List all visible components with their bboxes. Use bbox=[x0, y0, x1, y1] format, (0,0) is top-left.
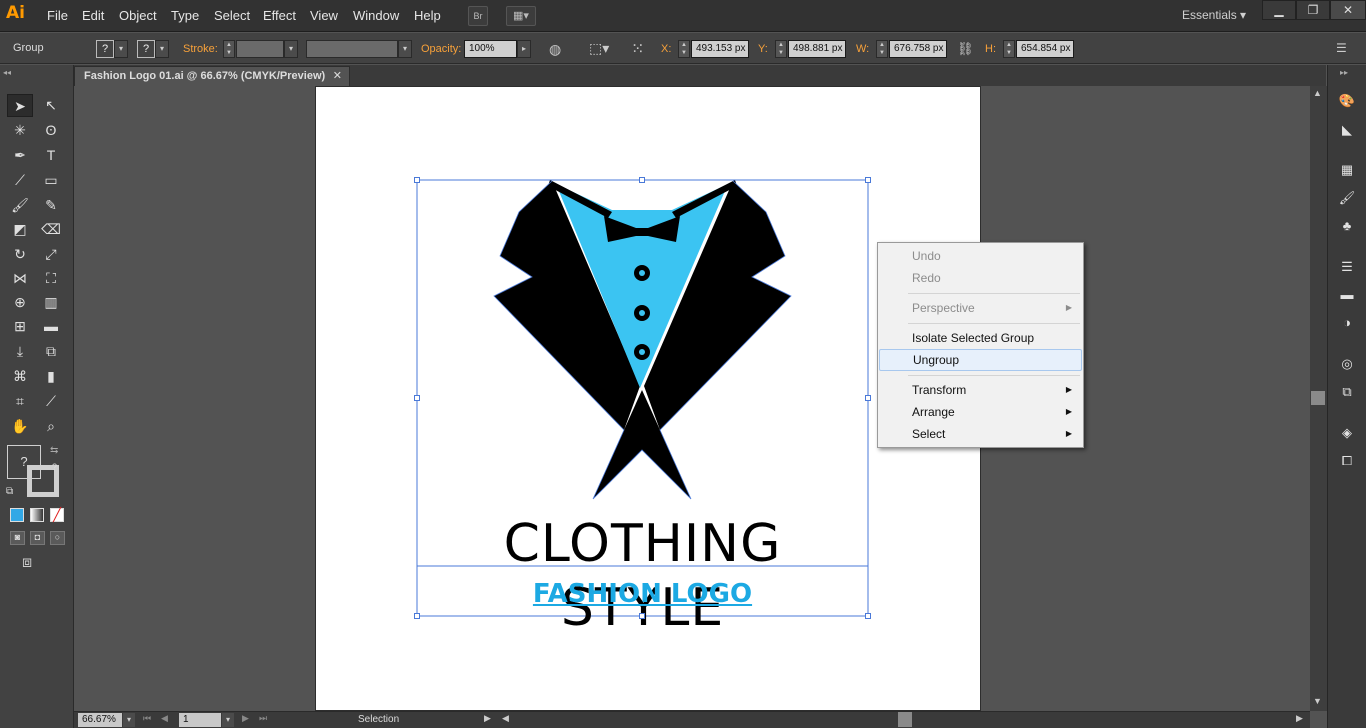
brushes-panel-icon[interactable]: 🖌 bbox=[1331, 187, 1363, 209]
scroll-up-icon[interactable]: ▲ bbox=[1313, 88, 1322, 98]
scroll-down-icon[interactable]: ▼ bbox=[1313, 696, 1322, 706]
graphic-styles-panel-icon[interactable]: ⧉ bbox=[1331, 381, 1363, 403]
context-item-undo[interactable]: Undo bbox=[879, 245, 1082, 267]
context-item-isolate-selected-group[interactable]: Isolate Selected Group bbox=[879, 327, 1082, 349]
color-guide-panel-icon[interactable]: ◣ bbox=[1331, 119, 1363, 141]
scroll-right-icon[interactable]: ▶ bbox=[1296, 713, 1303, 724]
context-item-perspective-label: Perspective bbox=[912, 301, 975, 315]
swatches-panel-icon[interactable]: ▦ bbox=[1331, 159, 1363, 181]
context-item-transform[interactable]: Transform ▶ bbox=[879, 379, 1082, 401]
context-item-transform-label: Transform bbox=[912, 383, 967, 397]
tuxedo-graphic[interactable] bbox=[494, 180, 791, 499]
menu-separator bbox=[908, 293, 1080, 294]
context-item-redo-label: Redo bbox=[912, 271, 941, 285]
next-artboard-icon[interactable]: ▶ bbox=[242, 713, 249, 724]
logo-subtitle[interactable]: FASHION LOGO bbox=[417, 577, 868, 611]
context-item-arrange-label: Arrange bbox=[912, 405, 955, 419]
context-item-ungroup-label: Ungroup bbox=[913, 353, 960, 367]
artboards-panel-icon[interactable]: ⧠ bbox=[1331, 450, 1363, 472]
current-tool-label: Selection bbox=[358, 714, 400, 725]
color-panel-icon[interactable]: 🎨 bbox=[1331, 90, 1363, 112]
selection-handle-bottom-left[interactable] bbox=[414, 613, 420, 619]
gradient-panel-icon[interactable]: ▬ bbox=[1331, 284, 1363, 306]
artboard-number-field[interactable]: 1 bbox=[179, 713, 221, 727]
stroke-panel-icon[interactable]: ☰ bbox=[1331, 256, 1363, 278]
horizontal-scroll-thumb[interactable] bbox=[898, 712, 912, 727]
context-item-ungroup[interactable]: Ungroup bbox=[879, 349, 1082, 371]
context-menu: Undo Redo Perspective ▶ Isolate Selected … bbox=[877, 242, 1084, 448]
context-item-undo-label: Undo bbox=[912, 249, 941, 263]
symbols-panel-icon[interactable]: ♣ bbox=[1331, 215, 1363, 237]
selection-handle-right[interactable] bbox=[865, 395, 871, 401]
selection-handle-top-left[interactable] bbox=[414, 177, 420, 183]
context-item-select-label: Select bbox=[912, 427, 946, 441]
last-artboard-icon[interactable]: ⏭ bbox=[259, 713, 267, 724]
selection-handle-bottom-right[interactable] bbox=[865, 613, 871, 619]
expand-panels-icon[interactable]: ▸▸ bbox=[1340, 68, 1348, 77]
layers-panel-icon[interactable]: ◈ bbox=[1331, 422, 1363, 444]
menu-separator bbox=[908, 323, 1080, 324]
selection-handle-left[interactable] bbox=[414, 395, 420, 401]
artboard-dropdown[interactable]: ▾ bbox=[222, 713, 234, 727]
menu-separator bbox=[908, 375, 1080, 376]
zoom-dropdown[interactable]: ▾ bbox=[123, 713, 135, 727]
submenu-arrow-icon: ▶ bbox=[1065, 429, 1072, 438]
appearance-panel-icon[interactable]: ◎ bbox=[1331, 353, 1363, 375]
transparency-panel-icon[interactable]: ◑ bbox=[1331, 312, 1363, 334]
selection-handle-bottom[interactable] bbox=[639, 613, 645, 619]
context-item-redo[interactable]: Redo bbox=[879, 267, 1082, 289]
scroll-left-icon[interactable]: ◀ bbox=[502, 713, 509, 724]
submenu-arrow-icon: ▶ bbox=[1065, 407, 1072, 416]
context-item-isolate-label: Isolate Selected Group bbox=[912, 331, 1035, 345]
status-menu-icon[interactable]: ▶ bbox=[484, 713, 491, 724]
first-artboard-icon[interactable]: ⏮ bbox=[143, 713, 151, 724]
context-item-arrange[interactable]: Arrange ▶ bbox=[879, 401, 1082, 423]
context-item-select[interactable]: Select ▶ bbox=[879, 423, 1082, 445]
selection-handle-top[interactable] bbox=[639, 177, 645, 183]
context-item-perspective[interactable]: Perspective ▶ bbox=[879, 297, 1082, 319]
vertical-scroll-thumb[interactable] bbox=[1311, 391, 1325, 405]
selection-handle-top-right[interactable] bbox=[865, 177, 871, 183]
zoom-field[interactable]: 66.67% bbox=[78, 713, 122, 727]
submenu-arrow-icon: ▶ bbox=[1065, 303, 1072, 312]
logo-title[interactable]: CLOTHING STYLE bbox=[417, 512, 868, 640]
previous-artboard-icon[interactable]: ◀ bbox=[161, 713, 168, 724]
submenu-arrow-icon: ▶ bbox=[1065, 385, 1072, 394]
